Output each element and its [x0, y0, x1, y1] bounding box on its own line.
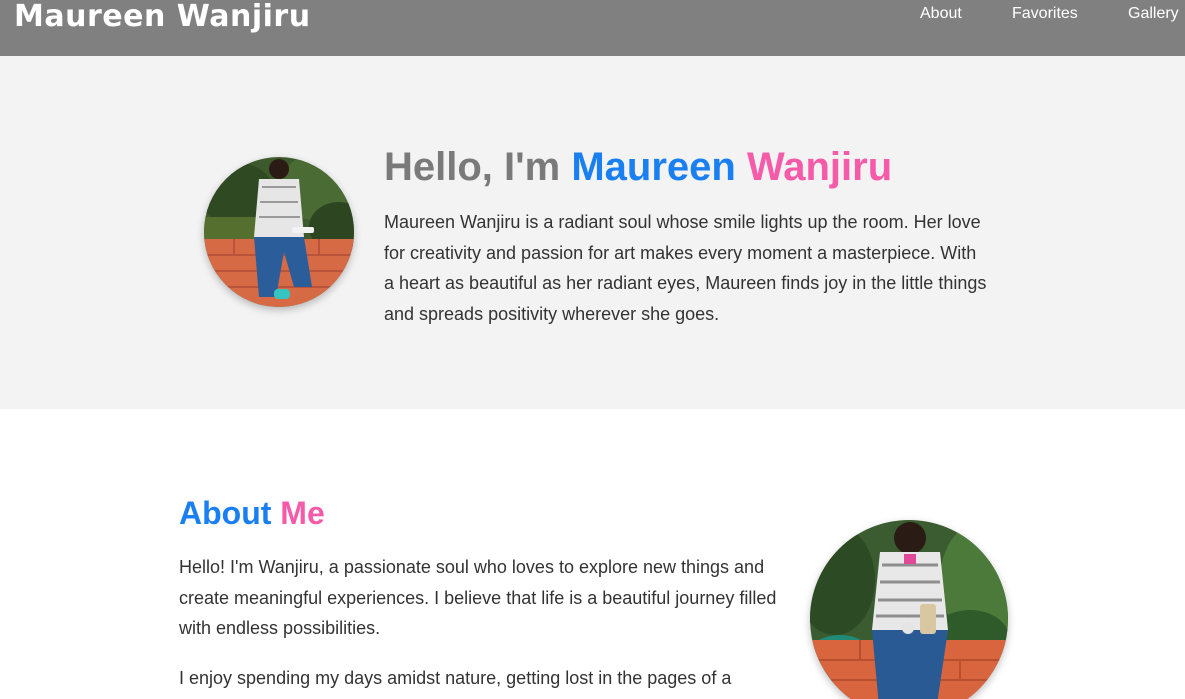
about-text: Hello! I'm Wanjiru, a passionate soul wh… [179, 552, 779, 699]
hero-title-last-name: Wanjiru [746, 145, 893, 189]
about-title-second: Me [280, 495, 325, 531]
hero-profile-photo [204, 157, 354, 307]
nav-link-favorites[interactable]: Favorites [1012, 5, 1078, 23]
top-navbar: Maureen Wanjiru About Favorites Gallery [0, 0, 1185, 56]
hero-title-first-name: Maureen [571, 145, 736, 189]
hero-title-prefix: Hello, I'm [384, 145, 572, 189]
site-brand[interactable]: Maureen Wanjiru [14, 0, 311, 34]
nav-link-gallery[interactable]: Gallery [1128, 5, 1179, 23]
about-title-first: About [179, 495, 272, 531]
hero-bio: Maureen Wanjiru is a radiant soul whose … [384, 212, 987, 324]
hero-section: Hello, I'm Maureen Wanjiru Maureen Wanji… [0, 56, 1185, 409]
nav-link-about[interactable]: About [920, 5, 962, 23]
about-paragraph: Hello! I'm Wanjiru, a passionate soul wh… [179, 557, 777, 638]
about-paragraph: I enjoy spending my days amidst nature, … [179, 667, 732, 688]
about-title: About Me [179, 494, 325, 532]
about-profile-photo [810, 520, 1008, 699]
hero-title: Hello, I'm Maureen Wanjiru [384, 144, 892, 190]
